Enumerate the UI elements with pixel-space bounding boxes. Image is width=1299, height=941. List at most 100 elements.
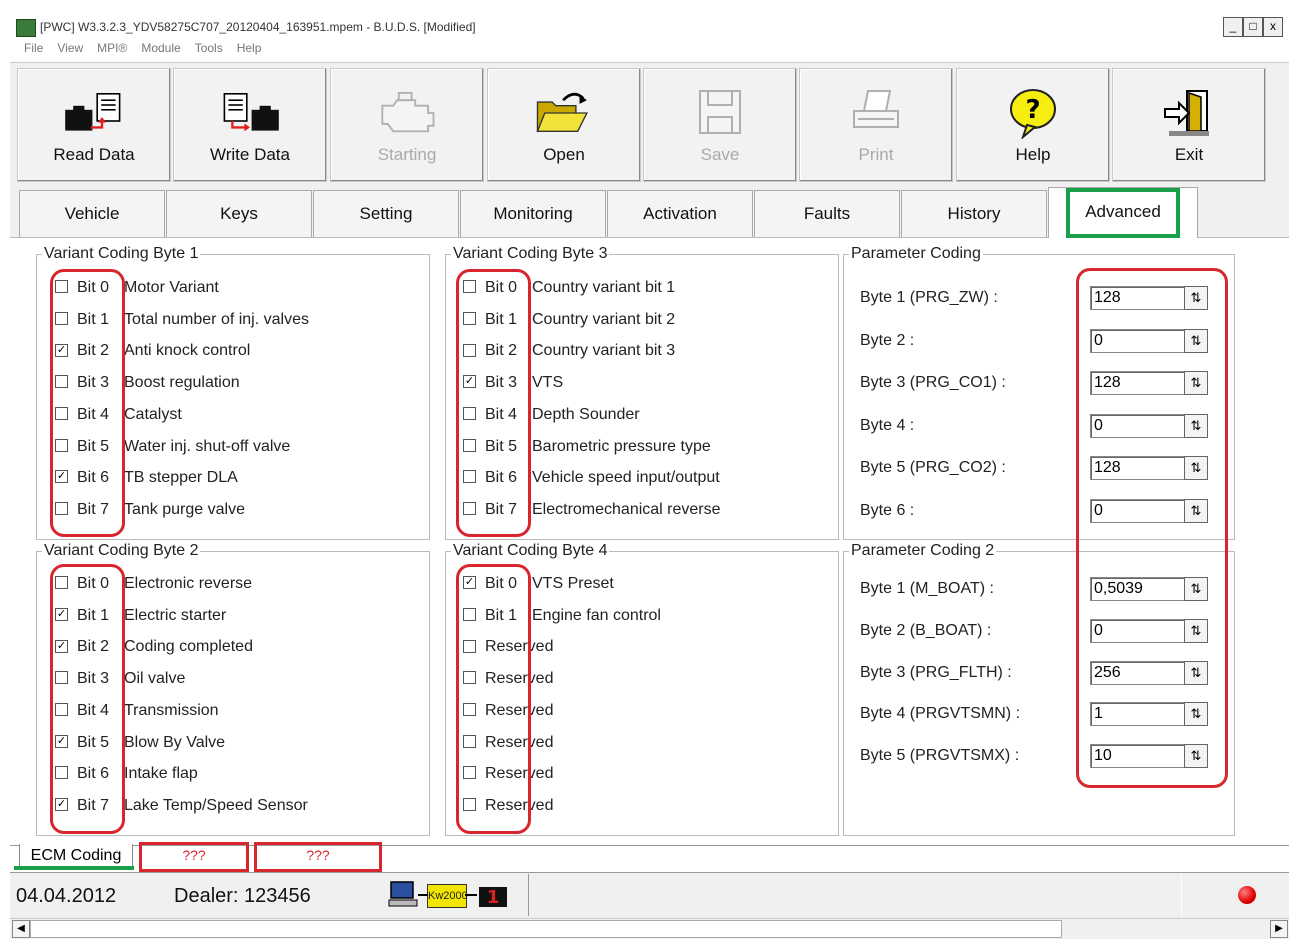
bit-label: Country variant bit 1 xyxy=(532,279,676,296)
tab-keys[interactable]: Keys xyxy=(166,190,312,237)
save-label: Save xyxy=(700,145,740,164)
parameter-label: Byte 2 (B_BOAT) : xyxy=(860,621,992,639)
bit-label: Electric starter xyxy=(124,606,227,624)
tab-unknown-2[interactable]: ??? xyxy=(254,842,382,872)
parameter-label: Byte 3 (PRG_CO1) : xyxy=(860,374,1006,391)
bit-label: Electromechanical reverse xyxy=(532,500,721,518)
annotation-vcb3-bits xyxy=(456,269,531,537)
tab-vehicle[interactable]: Vehicle xyxy=(19,190,165,237)
bit-label: Catalyst xyxy=(124,405,182,423)
folder-open-icon xyxy=(532,87,596,139)
bit-label: Anti knock control xyxy=(124,342,251,360)
parameter-label: Byte 5 (PRGVTSMX) : xyxy=(860,747,1020,765)
variant-coding-byte-2-title: Variant Coding Byte 2 xyxy=(42,542,201,560)
parameter-coding-title: Parameter Coding xyxy=(849,245,983,263)
exit-button[interactable]: Exit xyxy=(1112,68,1266,182)
bit-label: Transmission xyxy=(124,701,219,719)
connection-status-led xyxy=(1238,886,1256,904)
starting-button[interactable]: Starting xyxy=(330,68,484,182)
parameter-coding-2-title: Parameter Coding 2 xyxy=(849,542,997,560)
help-button[interactable]: ? Help xyxy=(956,68,1110,182)
printer-icon xyxy=(844,87,908,139)
print-label: Print xyxy=(858,145,894,164)
engine-icon xyxy=(375,87,439,139)
tab-faults[interactable]: Faults xyxy=(754,190,900,237)
parameter-label: Byte 1 (PRG_ZW) : xyxy=(860,289,998,306)
svg-text:1: 1 xyxy=(487,887,500,908)
connector-line-2 xyxy=(465,894,477,896)
window-title: [PWC] W3.3.2.3_YDV58275C707_20120404_163… xyxy=(40,20,476,34)
open-button[interactable]: Open xyxy=(487,68,641,182)
exit-icon xyxy=(1157,87,1221,139)
advanced-tab-highlight xyxy=(1066,188,1180,238)
print-button[interactable]: Print xyxy=(799,68,953,182)
maximize-button[interactable]: □ xyxy=(1243,17,1263,37)
bit-label: Barometric pressure type xyxy=(532,437,711,455)
read-data-label: Read Data xyxy=(53,145,135,164)
tab-history[interactable]: History xyxy=(901,190,1047,237)
bit-label: Motor Variant xyxy=(124,279,219,296)
menu-help[interactable]: Help xyxy=(237,41,262,55)
annotation-vcb4-bits xyxy=(456,564,531,834)
bit-label: Blow By Valve xyxy=(124,733,226,751)
menu-module[interactable]: Module xyxy=(141,41,180,55)
bit-label: Tank purge valve xyxy=(124,500,245,518)
parameter-label: Byte 6 : xyxy=(860,501,915,519)
status-message-area xyxy=(528,874,1182,916)
bit-label: Vehicle speed input/output xyxy=(532,469,720,487)
menu-mpi[interactable]: MPI® xyxy=(97,41,127,55)
parameter-label: Byte 4 (PRGVTSMN) : xyxy=(860,705,1021,723)
bit-label: Country variant bit 2 xyxy=(532,310,676,328)
svg-text:?: ? xyxy=(1025,95,1040,125)
variant-coding-byte-4-title: Variant Coding Byte 4 xyxy=(451,542,610,560)
annotation-vcb2-bits xyxy=(50,564,125,834)
tab-setting[interactable]: Setting xyxy=(313,190,459,237)
bit-label: Electronic reverse xyxy=(124,575,253,592)
annotation-vcb1-bits xyxy=(50,269,125,537)
annotation-green-line-1 xyxy=(14,866,134,870)
annotation-parameter-values xyxy=(1076,268,1228,788)
starting-label: Starting xyxy=(377,145,437,164)
read-data-button[interactable]: Read Data xyxy=(17,68,171,182)
ecu-icon: 1 xyxy=(477,881,509,909)
bit-label: Country variant bit 3 xyxy=(532,342,676,360)
exit-label: Exit xyxy=(1174,145,1204,164)
write-data-label: Write Data xyxy=(210,145,290,164)
variant-coding-byte-1-title: Variant Coding Byte 1 xyxy=(42,245,201,263)
bit-label: VTS xyxy=(532,374,564,392)
write-data-button[interactable]: Write Data xyxy=(173,68,327,182)
tab-unknown-1[interactable]: ??? xyxy=(139,842,249,872)
help-icon: ? xyxy=(1001,87,1065,139)
save-button[interactable]: Save xyxy=(643,68,797,182)
bit-label: Intake flap xyxy=(124,765,198,783)
tab-activation[interactable]: Activation xyxy=(607,190,753,237)
parameter-label: Byte 2 : xyxy=(860,331,915,349)
kw2000-protocol-badge: Kw2000 xyxy=(427,884,468,908)
open-label: Open xyxy=(543,145,585,164)
connector-line-1 xyxy=(418,894,428,896)
bit-label: Water inj. shut-off valve xyxy=(124,437,291,455)
menu-tools[interactable]: Tools xyxy=(195,41,223,55)
help-label: Help xyxy=(1015,145,1051,164)
read-data-icon xyxy=(62,87,126,139)
bit-label: Lake Temp/Speed Sensor xyxy=(124,796,308,814)
close-button[interactable]: x xyxy=(1263,17,1283,37)
status-date: 04.04.2012 xyxy=(16,885,117,907)
app-icon xyxy=(16,19,36,37)
minimize-button[interactable]: _ xyxy=(1223,17,1243,37)
scroll-right-arrow-icon[interactable]: ▶ xyxy=(1270,920,1288,938)
bit-label: Total number of inj. valves xyxy=(124,310,309,328)
scroll-left-arrow-icon[interactable]: ◀ xyxy=(12,920,30,938)
menu-view[interactable]: View xyxy=(57,41,83,55)
bit-label: TB stepper DLA xyxy=(124,469,238,487)
bit-label: VTS Preset xyxy=(532,575,614,592)
variant-coding-byte-3-title: Variant Coding Byte 3 xyxy=(451,245,610,263)
bit-label: Depth Sounder xyxy=(532,405,640,423)
bit-label: Engine fan control xyxy=(532,606,661,624)
parameter-label: Byte 1 (M_BOAT) : xyxy=(860,580,994,597)
write-data-icon xyxy=(218,87,282,139)
tab-monitoring[interactable]: Monitoring xyxy=(460,190,606,237)
scroll-thumb[interactable] xyxy=(30,920,1062,938)
bit-label: Boost regulation xyxy=(124,374,240,392)
menu-file[interactable]: File xyxy=(24,41,43,55)
